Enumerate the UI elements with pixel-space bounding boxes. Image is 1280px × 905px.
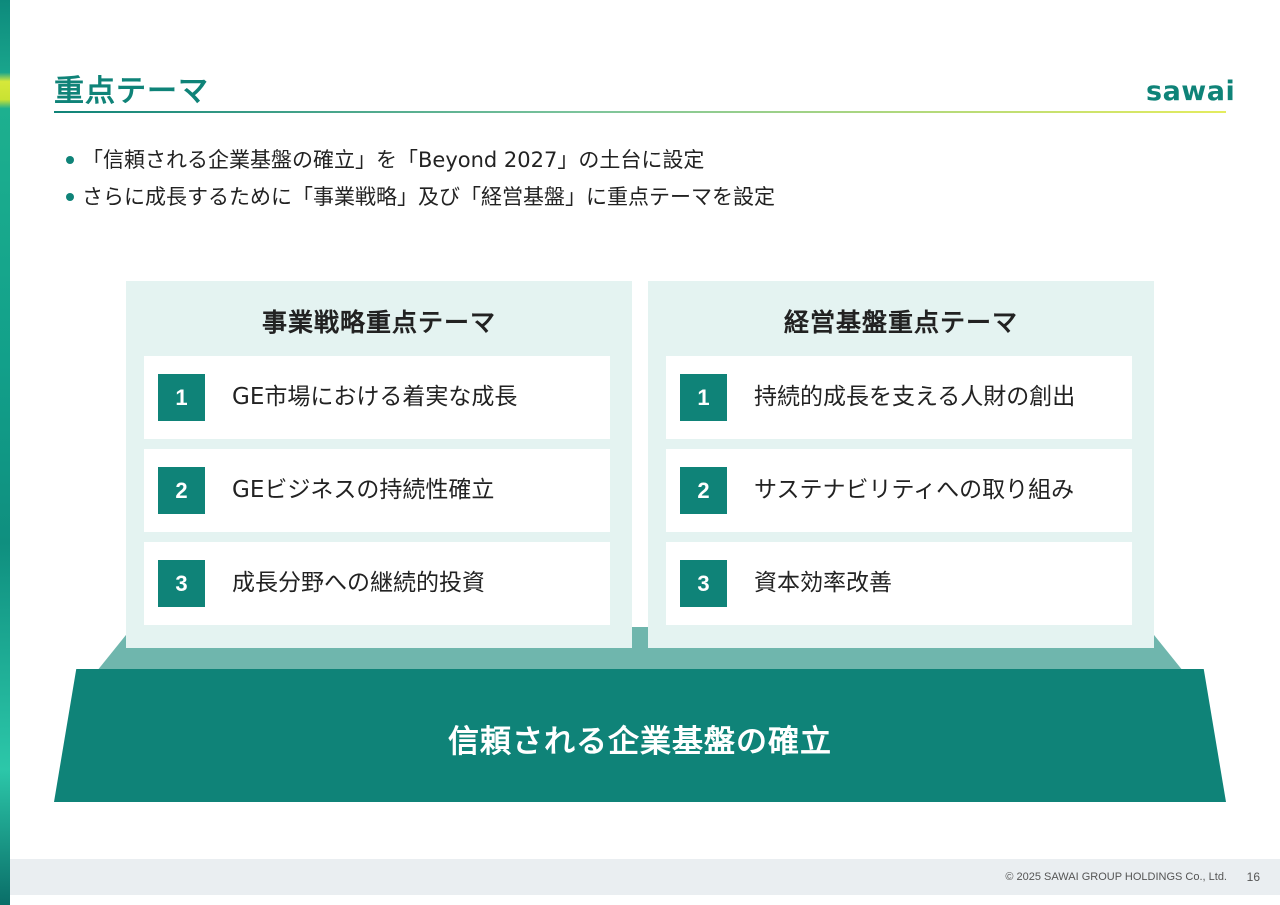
bullet-text: 「信頼される企業基盤の確立」を「Beyond 2027」の土台に設定: [82, 148, 705, 172]
panel-title: 事業戦略重点テーマ: [261, 308, 496, 337]
bullet-list: 「信頼される企業基盤の確立」を「Beyond 2027」の土台に設定 さらに成長…: [64, 142, 775, 216]
footer: © 2025 SAWAI GROUP HOLDINGS Co., Ltd. 16: [10, 859, 1280, 895]
management-foundation-panel: 経営基盤重点テーマ 1 持続的成長を支える人財の創出 2 サステナビリティへの取…: [648, 281, 1154, 648]
theme-item: 1 持続的成長を支える人財の創出: [666, 356, 1132, 439]
bullet-item: さらに成長するために「事業戦略」及び「経営基盤」に重点テーマを設定: [64, 179, 775, 216]
theme-item: 2 GEビジネスの持続性確立: [144, 449, 610, 532]
panel-title: 経営基盤重点テーマ: [783, 308, 1018, 337]
theme-number-badge: 2: [158, 467, 205, 514]
theme-number-badge: 1: [680, 374, 727, 421]
theme-item: 1 GE市場における着実な成長: [144, 356, 610, 439]
copyright-text: © 2025 SAWAI GROUP HOLDINGS Co., Ltd.: [1005, 871, 1227, 883]
page-number: 16: [1246, 870, 1260, 884]
theme-number-badge: 2: [680, 467, 727, 514]
theme-label: 成長分野への継続的投資: [232, 570, 485, 596]
business-strategy-panel: 事業戦略重点テーマ 1 GE市場における着実な成長 2 GEビジネスの持続性確立…: [126, 281, 632, 648]
theme-item: 3 成長分野への継続的投資: [144, 542, 610, 625]
theme-number-badge: 3: [680, 560, 727, 607]
theme-item: 2 サステナビリティへの取り組み: [666, 449, 1132, 532]
bullet-text: さらに成長するために「事業戦略」及び「経営基盤」に重点テーマを設定: [82, 185, 775, 209]
theme-label: 資本効率改善: [754, 570, 892, 596]
theme-number-badge: 1: [158, 374, 205, 421]
theme-label: GEビジネスの持続性確立: [232, 477, 495, 503]
title-divider: [54, 111, 1226, 113]
left-accent-bar: [0, 0, 10, 905]
bullet-dot-icon: [66, 156, 74, 164]
sawai-logo: sawai: [1146, 76, 1236, 107]
page-title: 重点テーマ: [54, 74, 209, 109]
theme-label: サステナビリティへの取り組み: [754, 477, 1075, 503]
theme-item: 3 資本効率改善: [666, 542, 1132, 625]
theme-label: 持続的成長を支える人財の創出: [754, 384, 1076, 410]
foundation-label: 信頼される企業基盤の確立: [448, 724, 832, 760]
theme-label: GE市場における着実な成長: [232, 384, 518, 410]
theme-number-badge: 3: [158, 560, 205, 607]
bullet-item: 「信頼される企業基盤の確立」を「Beyond 2027」の土台に設定: [64, 142, 775, 179]
bullet-dot-icon: [66, 193, 74, 201]
